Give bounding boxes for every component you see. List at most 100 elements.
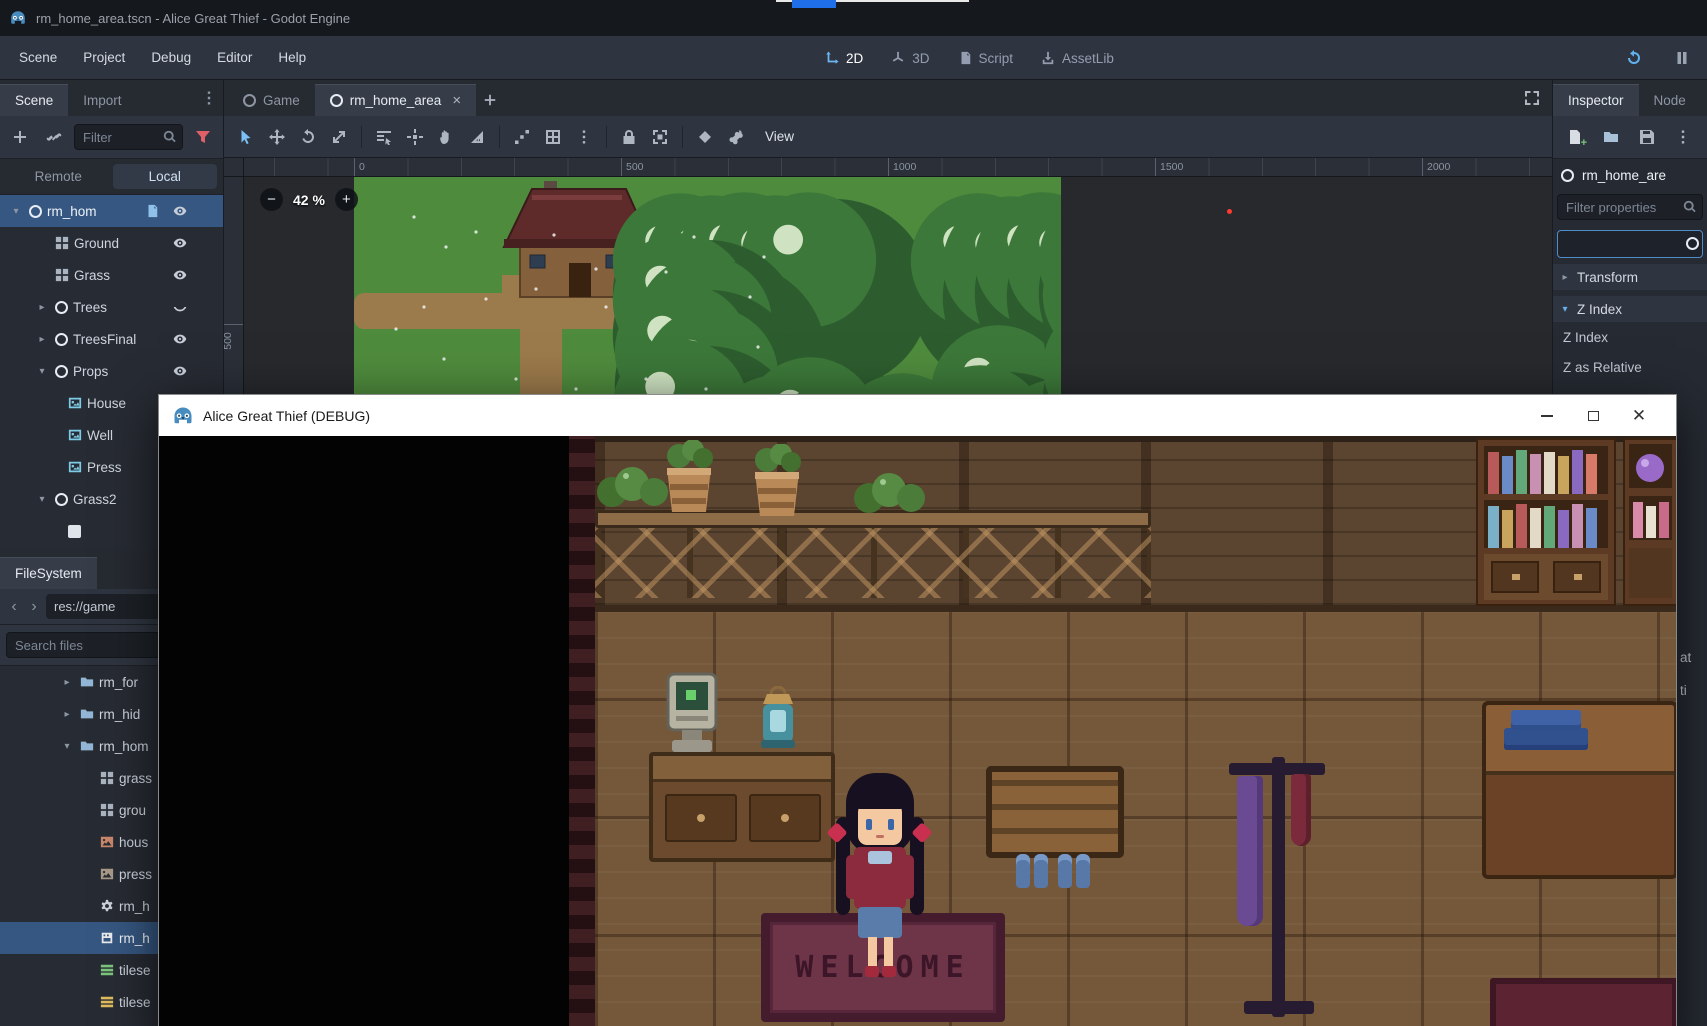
visibility-eye-icon[interactable]: [173, 236, 187, 250]
pan-tool-button[interactable]: [432, 123, 460, 151]
pivot-tool-button[interactable]: [401, 123, 429, 151]
move-tool-button[interactable]: [263, 123, 291, 151]
visibility-eye-icon[interactable]: [173, 204, 187, 218]
new-resource-button[interactable]: +: [1561, 123, 1589, 151]
instance-scene-button[interactable]: [40, 123, 68, 151]
inspector-filter-input[interactable]: [1557, 194, 1703, 220]
inspector-dock-tabs: Inspector Node: [1553, 80, 1707, 116]
expand-arrow-icon[interactable]: ▸: [59, 677, 75, 688]
new-scene-tab-button[interactable]: [476, 86, 504, 114]
collapse-arrow-icon[interactable]: ▾: [59, 741, 75, 752]
visibility-eye-icon[interactable]: [173, 332, 187, 346]
visibility-eye-icon[interactable]: [173, 364, 187, 378]
group-button[interactable]: [646, 123, 674, 151]
insert-key-button[interactable]: [691, 123, 719, 151]
menu-debug[interactable]: Debug: [138, 43, 204, 72]
zasrelative-property-label[interactable]: Z as Relative: [1553, 352, 1707, 382]
resource-options-button[interactable]: [1669, 123, 1697, 151]
collapse-arrow-icon[interactable]: ▾: [34, 366, 50, 377]
node-label: Grass2: [73, 492, 117, 507]
maximize-button[interactable]: [1570, 395, 1616, 436]
zoom-out-button[interactable]: −: [260, 188, 283, 211]
node2d-icon: [29, 205, 42, 218]
visibility-eye-icon[interactable]: [173, 268, 187, 282]
minimize-button[interactable]: [1524, 395, 1570, 436]
expand-arrow-icon[interactable]: ▸: [34, 302, 50, 313]
node-label: House: [87, 396, 126, 411]
zindex-section-header[interactable]: ▾ Z Index: [1553, 296, 1707, 322]
tab-node[interactable]: Node: [1639, 84, 1701, 116]
zoom-level[interactable]: 42 %: [293, 192, 325, 208]
menu-project[interactable]: Project: [70, 43, 138, 72]
distraction-free-icon[interactable]: [1524, 90, 1540, 106]
debug-window-titlebar[interactable]: Alice Great Thief (DEBUG) ✕: [159, 395, 1676, 436]
expand-arrow-icon[interactable]: ▸: [34, 334, 50, 345]
folder-icon: [80, 707, 94, 721]
close-tab-icon[interactable]: ×: [452, 92, 461, 109]
scene-node-row[interactable]: ▾ rm_hom: [0, 195, 223, 227]
dock-options-icon[interactable]: [201, 90, 217, 106]
screen-assetlib-button[interactable]: AssetLib: [1031, 45, 1124, 72]
load-resource-button[interactable]: [1597, 123, 1625, 151]
zoom-in-button[interactable]: +: [335, 188, 358, 211]
tab-rm-home-area[interactable]: rm_home_area ×: [315, 84, 476, 116]
node-label: Ground: [74, 236, 119, 251]
tab-inspector[interactable]: Inspector: [1553, 84, 1639, 116]
rotate-tool-button[interactable]: [294, 123, 322, 151]
filter-clear-button[interactable]: [189, 123, 217, 151]
select-tool-button[interactable]: [232, 123, 260, 151]
scene-node-row[interactable]: ▾ Props: [0, 355, 223, 387]
view-menu-button[interactable]: View: [753, 122, 806, 152]
local-toggle-button[interactable]: Local: [113, 164, 218, 189]
scale-tool-button[interactable]: [325, 123, 353, 151]
screen-script-button[interactable]: Script: [948, 45, 1024, 72]
remote-toggle-button[interactable]: Remote: [6, 164, 111, 189]
skeleton-button[interactable]: [722, 123, 750, 151]
tab-filesystem[interactable]: FileSystem: [0, 557, 97, 589]
transform-section-header[interactable]: ▸ Transform: [1553, 264, 1707, 290]
screen-2d-button[interactable]: 2D: [815, 45, 873, 72]
expand-arrow-icon[interactable]: ▸: [59, 709, 75, 720]
game-viewport[interactable]: WELCOME: [159, 436, 1676, 1026]
plant-pot: [853, 470, 929, 518]
selected-property-box[interactable]: [1557, 230, 1703, 258]
add-node-button[interactable]: [6, 123, 34, 151]
debug-game-window[interactable]: Alice Great Thief (DEBUG) ✕: [158, 394, 1677, 1026]
screen-3d-button[interactable]: 3D: [881, 45, 939, 72]
zindex-property-label[interactable]: Z Index: [1553, 322, 1707, 352]
snap-options-button[interactable]: [570, 123, 598, 151]
scene-node-row[interactable]: Grass: [0, 259, 223, 291]
pause-button[interactable]: [1668, 44, 1696, 72]
tab-scene[interactable]: Scene: [0, 84, 68, 116]
menu-help[interactable]: Help: [265, 43, 319, 72]
visibility-closed-eye-icon[interactable]: [173, 300, 187, 314]
tab-game[interactable]: Game: [228, 84, 315, 116]
collapse-arrow-icon[interactable]: ▾: [34, 494, 50, 505]
file-label: rm_for: [99, 675, 138, 690]
node2d-icon: [55, 301, 68, 314]
ruler-tool-button[interactable]: [463, 123, 491, 151]
menu-scene[interactable]: Scene: [6, 43, 70, 72]
file-label: rm_h: [119, 931, 150, 946]
scene-node-row[interactable]: ▸ TreesFinal: [0, 323, 223, 355]
save-resource-button[interactable]: [1633, 123, 1661, 151]
attached-script-icon[interactable]: [145, 204, 159, 218]
grid-snap-button[interactable]: [539, 123, 567, 151]
collapse-arrow-icon[interactable]: ▾: [8, 206, 24, 217]
remote-local-toggle: Remote Local: [0, 159, 223, 195]
scene-node-row[interactable]: Ground: [0, 227, 223, 259]
smart-snap-button[interactable]: [508, 123, 536, 151]
search-icon: [1683, 200, 1697, 214]
scene-node-row[interactable]: ▸ Trees: [0, 291, 223, 323]
close-button[interactable]: ✕: [1616, 395, 1662, 436]
tab-import[interactable]: Import: [68, 84, 136, 116]
list-select-button[interactable]: [370, 123, 398, 151]
menu-editor[interactable]: Editor: [204, 43, 265, 72]
slipper: [1016, 854, 1030, 888]
window-titlebar[interactable]: rm_home_area.tscn - Alice Great Thief - …: [0, 0, 1707, 36]
lock-button[interactable]: [615, 123, 643, 151]
reload-button[interactable]: [1620, 44, 1648, 72]
history-back-icon[interactable]: ‹: [6, 598, 22, 616]
edited-node-row[interactable]: rm_home_are: [1553, 159, 1707, 192]
history-forward-icon[interactable]: ›: [26, 598, 42, 616]
